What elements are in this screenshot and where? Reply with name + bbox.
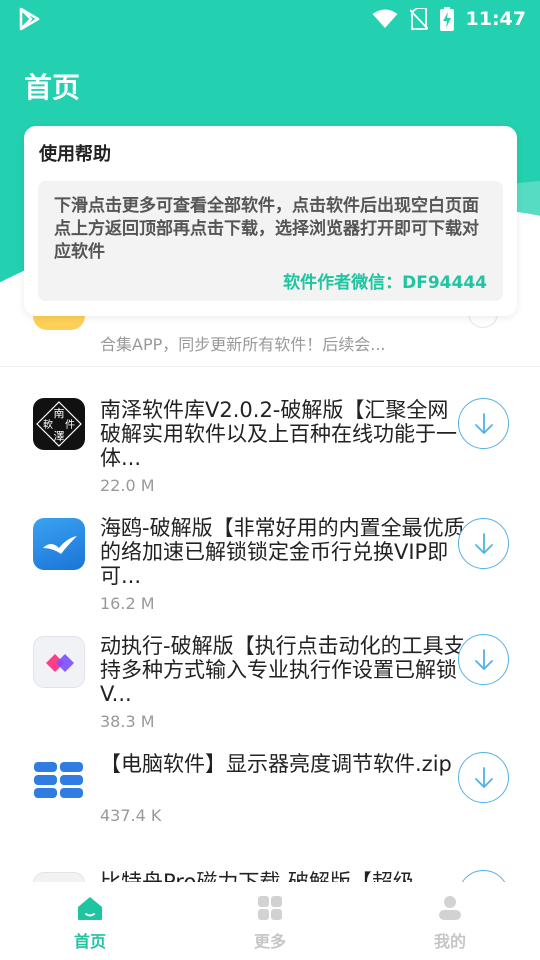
- app-name[interactable]: 【电脑软件】显示器亮度调节软件.zip: [100, 752, 465, 776]
- app-name[interactable]: 比特舟Pro磁力下载-破解版【超级: [100, 870, 465, 882]
- list-item[interactable]: 动执行-破解版【执行点击动化的工具支持多种方式输入专业执行作设置已解锁V... …: [0, 620, 540, 738]
- svg-text:澤: 澤: [54, 430, 65, 443]
- download-arrow-icon: [474, 532, 493, 554]
- app-description: 合集APP，同步更新所有软件！后续会...: [100, 335, 386, 354]
- download-button[interactable]: [458, 398, 509, 449]
- app-size: 22.0 M: [100, 476, 155, 495]
- author-wechat[interactable]: 软件作者微信：DF94444: [283, 268, 487, 293]
- tab-label: 更多: [253, 932, 286, 951]
- download-arrow-icon: [474, 766, 493, 788]
- home-icon: [78, 897, 102, 920]
- user-icon: [439, 896, 461, 920]
- help-box: 下滑点击更多可查看全部软件，点击软件后出现空白页面点上方返回顶部再点击下载，选择…: [38, 181, 503, 301]
- list-item[interactable]: 海鸥-破解版【非常好用的内置全最优质的络加速已解锁锁定金币行兑换VIP即可...…: [0, 502, 540, 620]
- download-arrow-icon: [474, 412, 493, 434]
- seagull-icon: [33, 518, 85, 570]
- app-name[interactable]: 动执行-破解版【执行点击动化的工具支持多种方式输入专业执行作设置已解锁V...: [100, 634, 465, 706]
- download-button[interactable]: [458, 870, 509, 882]
- help-card: 使用帮助 下滑点击更多可查看全部软件，点击软件后出现空白页面点上方返回顶部再点击…: [24, 126, 517, 316]
- svg-text:南: 南: [54, 407, 65, 420]
- svg-text:軟: 軟: [43, 418, 53, 431]
- download-button[interactable]: [458, 634, 509, 685]
- help-text: 下滑点击更多可查看全部软件，点击软件后出现空白页面点上方返回顶部再点击下载，选择…: [54, 196, 479, 262]
- page-title: 首页: [24, 71, 81, 104]
- status-bar: 11:47: [0, 0, 540, 36]
- app-size: 16.2 M: [100, 594, 155, 613]
- app-name[interactable]: 南泽软件库V2.0.2-破解版【汇聚全网破解实用软件以及上百种在线功能于一体..…: [100, 398, 465, 470]
- no-sim-icon: [409, 8, 428, 30]
- tab-label: 我的: [433, 932, 466, 951]
- app-size: 437.4 K: [100, 806, 162, 825]
- wifi-icon: [372, 9, 398, 28]
- battery-charging-icon: [439, 7, 454, 31]
- tab-home[interactable]: 首页: [40, 894, 140, 952]
- software-list[interactable]: 合集APP，同步更新所有软件！后续会... 南 軟 件 澤 南泽软件库V2.0.…: [0, 300, 540, 882]
- diamond-icon: [33, 636, 85, 688]
- download-arrow-icon: [474, 648, 493, 670]
- app-name[interactable]: 海鸥-破解版【非常好用的内置全最优质的络加速已解锁锁定金币行兑换VIP即可...: [100, 516, 465, 588]
- list-item[interactable]: 【电脑软件】显示器亮度调节软件.zip 437.4 K: [0, 738, 540, 856]
- download-button[interactable]: [458, 752, 509, 803]
- app-icon: [33, 872, 85, 882]
- list-item[interactable]: 比特舟Pro磁力下载-破解版【超级: [0, 864, 540, 882]
- play-logo-icon: [19, 7, 40, 31]
- nanze-logo-icon: 南 軟 件 澤: [33, 398, 85, 450]
- help-title: 使用帮助: [39, 144, 111, 165]
- app-size: 38.3 M: [100, 712, 155, 731]
- brightness-app-icon: [33, 754, 85, 806]
- bottom-tab-bar: 首页 更多 我的: [0, 882, 540, 960]
- tab-mine[interactable]: 我的: [400, 894, 500, 952]
- grid-icon: [258, 896, 282, 920]
- download-button[interactable]: [458, 518, 509, 569]
- list-item[interactable]: 南 軟 件 澤 南泽软件库V2.0.2-破解版【汇聚全网破解实用软件以及上百种在…: [0, 384, 540, 502]
- svg-text:件: 件: [65, 419, 75, 431]
- tab-more[interactable]: 更多: [220, 894, 320, 952]
- status-time: 11:47: [465, 8, 526, 30]
- tab-label: 首页: [73, 932, 106, 951]
